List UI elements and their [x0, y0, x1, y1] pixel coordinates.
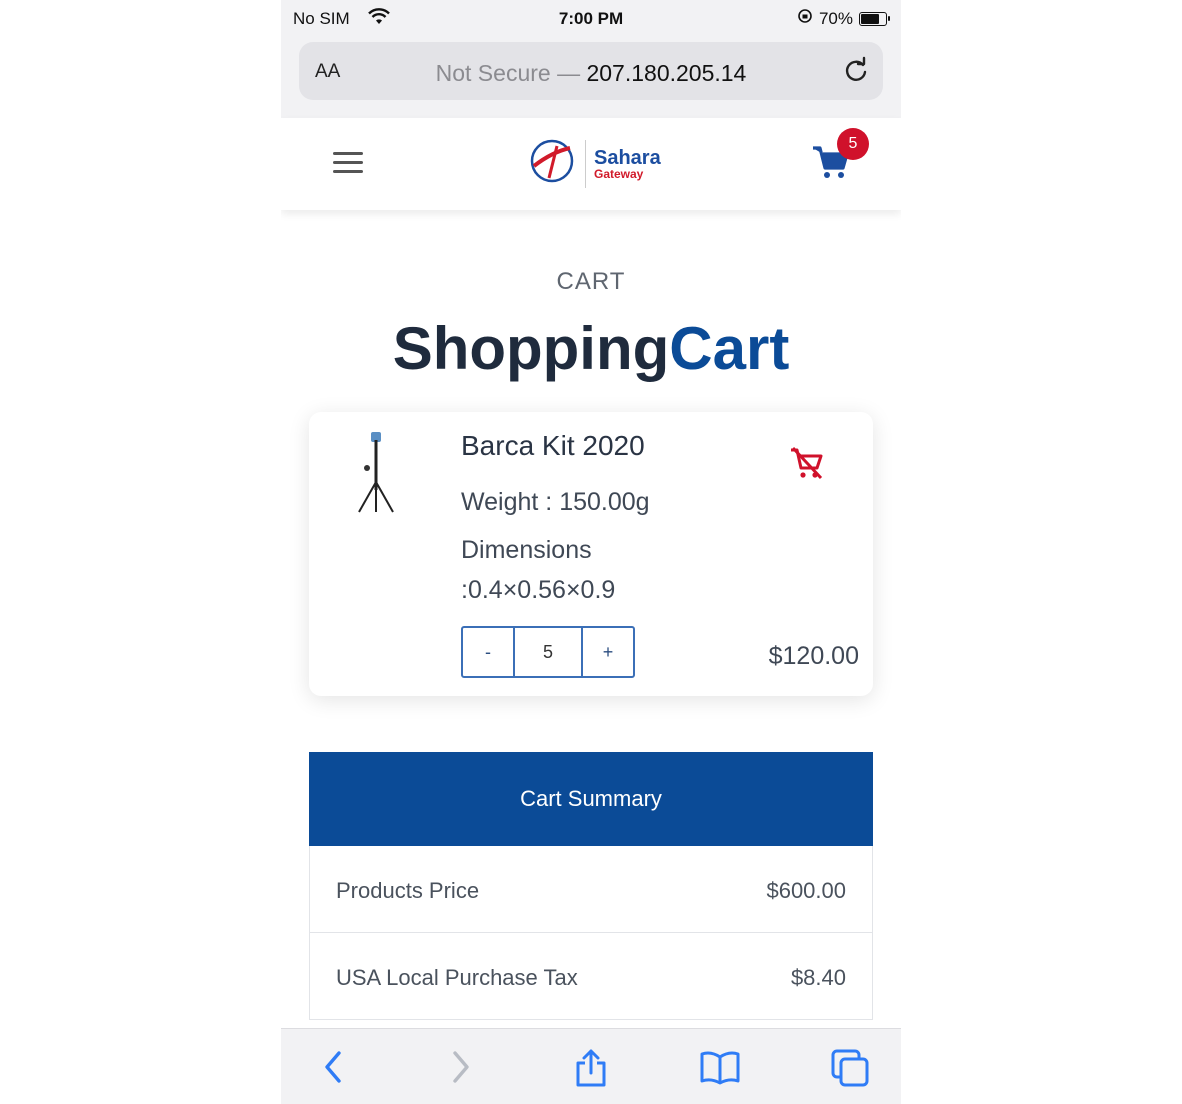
url-text[interactable]: Not Secure — 207.180.205.14 — [299, 60, 883, 87]
quantity-input[interactable]: 5 — [513, 628, 583, 676]
cart-button[interactable]: 5 — [811, 128, 869, 190]
product-dimensions-label: Dimensions — [461, 536, 592, 564]
page-eyebrow: CART — [556, 268, 626, 295]
cart-summary-header: Cart Summary — [309, 752, 873, 846]
reload-icon[interactable] — [841, 56, 871, 91]
cart-summary: Cart Summary Products Price $600.00 USA … — [309, 752, 873, 1052]
not-secure-label: Not Secure — — [435, 60, 581, 86]
remove-from-cart-icon[interactable] — [787, 444, 827, 489]
product-thumbnail[interactable] — [345, 432, 405, 521]
site-header: Sahara Gateway 5 — [281, 118, 901, 210]
quantity-decrease-button[interactable]: - — [463, 628, 513, 676]
back-icon[interactable] — [319, 1047, 347, 1092]
status-bar: No SIM 7:00 PM 70% — [281, 0, 901, 38]
phone-screen: No SIM 7:00 PM 70% AA Not Secure — 207.1… — [281, 0, 901, 1104]
status-right: 70% — [797, 8, 890, 29]
forward-icon[interactable] — [447, 1047, 475, 1092]
share-icon[interactable] — [573, 1047, 609, 1094]
summary-row: Products Price $600.00 — [309, 846, 873, 933]
site-logo[interactable]: Sahara Gateway — [527, 136, 661, 191]
url-host: 207.180.205.14 — [586, 60, 747, 86]
product-weight: Weight : 150.00g — [461, 488, 650, 516]
cart-count-badge: 5 — [837, 128, 869, 160]
tabs-icon[interactable] — [829, 1047, 871, 1094]
summary-row-amount: $600.00 — [766, 878, 846, 903]
orientation-lock-icon — [797, 8, 813, 29]
summary-row: USA Local Purchase Tax $8.40 — [309, 933, 873, 1020]
product-price: $120.00 — [768, 642, 859, 670]
summary-row-label: USA Local Purchase Tax — [336, 965, 578, 990]
summary-row-amount: $8.40 — [790, 965, 846, 990]
page-title: ShoppingCart — [281, 314, 901, 383]
browser-address-area: AA Not Secure — 207.180.205.14 — [281, 38, 901, 118]
page-title-part2: Cart — [669, 315, 790, 382]
logo-emblem-icon — [527, 136, 577, 191]
battery-icon — [859, 11, 890, 26]
logo-line1: Sahara — [594, 146, 661, 169]
summary-row-label: Products Price — [336, 878, 480, 903]
quantity-increase-button[interactable]: + — [583, 628, 633, 676]
menu-icon[interactable] — [333, 152, 363, 179]
cart-icon — [811, 146, 851, 186]
battery-percent: 70% — [818, 8, 853, 28]
product-dimensions-value: :0.4×0.56×0.9 — [461, 576, 616, 604]
product-name[interactable]: Barca Kit 2020 — [461, 430, 645, 462]
browser-toolbar — [281, 1028, 901, 1104]
cart-item-card: Barca Kit 2020 Weight : 150.00g Dimensio… — [309, 412, 873, 696]
logo-wordmark: Sahara Gateway — [594, 148, 661, 180]
logo-line2: Gateway — [594, 166, 644, 181]
bookmarks-icon[interactable] — [699, 1047, 741, 1092]
logo-divider — [585, 139, 586, 188]
address-bar[interactable]: AA Not Secure — 207.180.205.14 — [299, 42, 883, 100]
quantity-stepper: - 5 + — [461, 626, 635, 678]
page-title-part1: Shopping — [392, 315, 670, 382]
